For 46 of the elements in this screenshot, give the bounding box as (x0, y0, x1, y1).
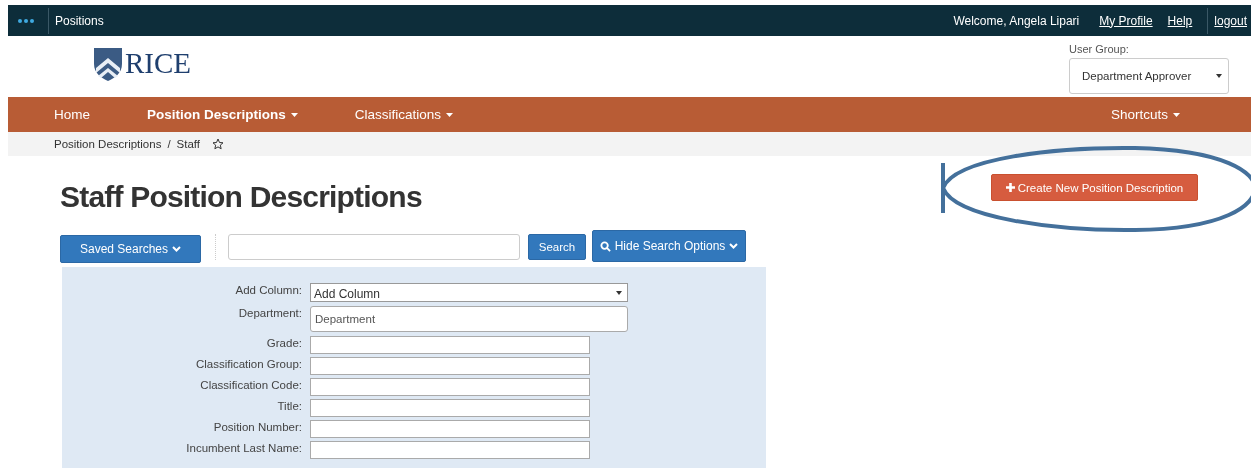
top-link[interactable]: logout (1207, 7, 1247, 34)
breadcrumb-link[interactable]: Position Descriptions (54, 138, 162, 150)
field-label: Classification Group: (194, 358, 303, 370)
top-link[interactable]: Help (1167, 13, 1193, 28)
app-name: Positions (48, 7, 104, 34)
caret-icon (616, 290, 622, 295)
field-label: Grade: (265, 337, 303, 349)
logo-text: RICE (125, 47, 192, 80)
field-label: Department: (237, 307, 303, 319)
breadcrumb-separator: / (167, 138, 171, 150)
apps-icon[interactable] (18, 18, 34, 23)
hide-options-button[interactable]: Hide Search Options (592, 230, 746, 262)
shield-icon (93, 45, 123, 82)
input-field[interactable] (310, 378, 590, 396)
input-field[interactable] (310, 420, 590, 438)
chevron-icon (172, 246, 182, 252)
search-field[interactable] (228, 234, 520, 260)
breadcrumb-link[interactable]: Staff (176, 138, 201, 150)
field-label: Title: (276, 400, 303, 412)
nav-item[interactable]: Classifications (354, 107, 454, 122)
star-icon[interactable] (212, 138, 225, 150)
department-field[interactable]: Department (310, 306, 628, 332)
shortcuts-menu[interactable]: Shortcuts (1110, 107, 1180, 122)
search-button[interactable]: Search (528, 234, 586, 260)
field-label: User Group: (1069, 43, 1130, 55)
user-group-select[interactable]: Department Approver (1069, 58, 1229, 94)
chevron-icon (729, 243, 739, 249)
page-title: Staff Position Descriptions (60, 180, 423, 214)
nav-item[interactable]: Position Descriptions (147, 107, 298, 122)
input-field[interactable] (310, 441, 590, 459)
input-field[interactable] (310, 336, 590, 354)
field-label: Classification Code: (199, 379, 303, 391)
welcome-text: Welcome, Angela Lipari (953, 13, 1080, 28)
nav-item[interactable]: Home (54, 107, 90, 122)
input-field[interactable] (310, 357, 590, 375)
plus-icon (1005, 183, 1015, 192)
field-label: Position Number: (212, 421, 303, 433)
top-link[interactable]: My Profile (1099, 13, 1153, 28)
saved-searches-button[interactable]: Saved Searches (60, 235, 201, 263)
create-button[interactable]: Create New Position Description (991, 174, 1198, 201)
input-field[interactable] (310, 399, 590, 417)
field-label: Incumbent Last Name: (185, 442, 303, 454)
add-column-select[interactable]: Add Column (310, 283, 628, 302)
caret-icon (1216, 74, 1222, 78)
search-icon (599, 240, 611, 252)
field-label: Add Column: (234, 284, 303, 296)
